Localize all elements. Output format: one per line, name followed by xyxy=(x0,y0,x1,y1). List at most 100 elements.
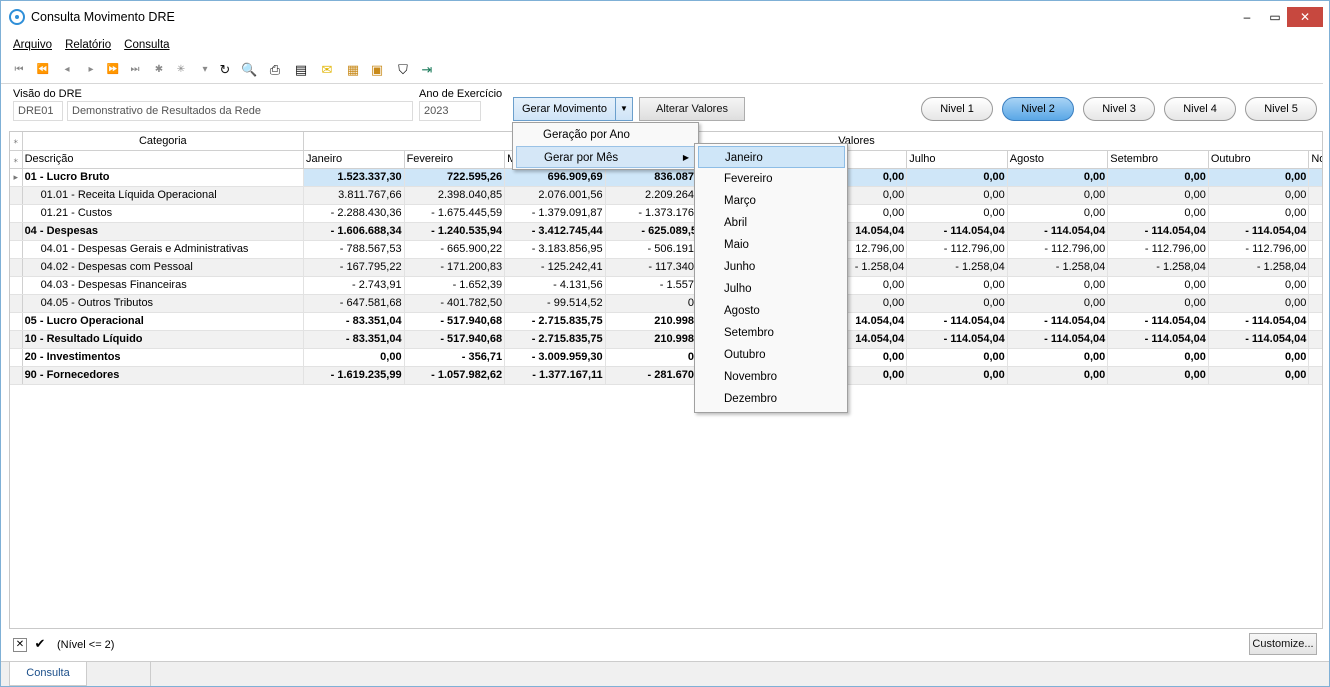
cell-value[interactable]: - 517.940,68 xyxy=(404,312,506,331)
cell-value[interactable]: 0,00 xyxy=(1107,294,1209,313)
cell-value[interactable]: 0,00 xyxy=(303,348,405,367)
filter-icon[interactable]: ⛉ xyxy=(395,61,411,79)
cell-value[interactable]: - 114.054,04 xyxy=(1007,312,1109,331)
cell-value[interactable]: - 112.796,00 xyxy=(906,240,1008,259)
cell-descricao[interactable]: 04.02 - Despesas com Pessoal xyxy=(22,258,305,277)
cell-value[interactable]: - 1.258,04 xyxy=(1107,258,1209,277)
cell-value[interactable]: 0,00 xyxy=(1208,294,1310,313)
menu-item-mes[interactable]: Fevereiro xyxy=(698,168,845,190)
cell-value[interactable]: 0,00 xyxy=(1107,366,1209,385)
table-row[interactable]: 04.02 - Despesas com Pessoal - 167.795,22… xyxy=(10,258,1322,277)
cell-value[interactable]: - 1.057.982,62 xyxy=(404,366,506,385)
cell-value[interactable]: 0,00 xyxy=(1107,168,1209,187)
cell-value[interactable]: - 114.054,04 xyxy=(1107,222,1209,241)
menu-item-mes[interactable]: Novembro xyxy=(698,366,845,388)
cell-value[interactable]: - 665.900,22 xyxy=(404,240,506,259)
cell-value[interactable]: - 83.351,04 xyxy=(303,330,405,349)
cell-value[interactable]: - 167.795,22 xyxy=(303,258,405,277)
report-icon[interactable]: ▣ xyxy=(369,61,385,79)
cell-descricao[interactable]: 01 - Lucro Bruto xyxy=(22,168,305,187)
cell-value[interactable]: - 1.557,7 xyxy=(605,276,707,295)
visao-code-field[interactable]: DRE01 xyxy=(13,101,63,121)
cell-value[interactable]: 1.523.337,30 xyxy=(303,168,405,187)
cell-value[interactable]: - 1.240.535,94 xyxy=(404,222,506,241)
menu-item-mes[interactable]: Setembro xyxy=(698,322,845,344)
cell-value[interactable]: 0,00 xyxy=(1208,186,1310,205)
last-record-icon[interactable]: ⏭ xyxy=(127,61,143,79)
cell-descricao[interactable]: 04 - Despesas xyxy=(22,222,305,241)
cell-value[interactable]: - 1.258,04 xyxy=(1007,258,1109,277)
cell-value[interactable]: - 401.782,50 xyxy=(404,294,506,313)
filter-enabled-checkbox[interactable]: ✔ xyxy=(33,637,47,652)
cell-value[interactable]: 0,00 xyxy=(1208,204,1310,223)
menu-item-mes[interactable]: Março xyxy=(698,190,845,212)
ano-field[interactable]: 2023 xyxy=(419,101,481,121)
menu-consulta[interactable]: Consulta xyxy=(124,39,169,51)
cell-value[interactable] xyxy=(1308,276,1322,295)
cell-value[interactable]: - 171.200,83 xyxy=(404,258,506,277)
cell-value[interactable] xyxy=(1308,168,1322,187)
cell-descricao[interactable]: 01.21 - Custos xyxy=(22,204,305,223)
cell-value[interactable]: - 1.379.091,87 xyxy=(504,204,606,223)
cell-value[interactable] xyxy=(1308,330,1322,349)
cell-value[interactable]: 0,00 xyxy=(1007,168,1109,187)
menu-item-geracao-por-ano[interactable]: Geração por Ano xyxy=(516,124,696,146)
preview-icon[interactable]: 🔍 xyxy=(241,61,257,79)
menu-item-mes[interactable]: Junho xyxy=(698,256,845,278)
cell-value[interactable]: 0,00 xyxy=(1107,186,1209,205)
column-header-month[interactable]: Nov xyxy=(1308,150,1322,169)
cell-value[interactable]: - 356,71 xyxy=(404,348,506,367)
clear-filter-icon[interactable]: ✕ xyxy=(13,638,27,652)
menu-arquivo[interactable]: Arquivo xyxy=(13,39,52,51)
cell-value[interactable]: 0,00 xyxy=(1007,366,1109,385)
cell-value[interactable]: 2.209.264,4 xyxy=(605,186,707,205)
cell-value[interactable]: - 281.670,2 xyxy=(605,366,707,385)
cell-descricao[interactable]: 01.01 - Receita Líquida Operacional xyxy=(22,186,305,205)
column-header-month[interactable]: Outubro xyxy=(1208,150,1310,169)
cell-value[interactable]: 210.998,1 xyxy=(605,312,707,331)
cell-value[interactable]: 2.076.001,56 xyxy=(504,186,606,205)
cell-value[interactable]: 0,00 xyxy=(906,276,1008,295)
cell-value[interactable]: - 2.288.430,36 xyxy=(303,204,405,223)
export-icon[interactable]: ▤ xyxy=(293,61,309,79)
cell-value[interactable]: - 112.796,00 xyxy=(1208,240,1310,259)
cell-value[interactable]: - 1.606.688,34 xyxy=(303,222,405,241)
nivel-3-button[interactable]: Nivel 3 xyxy=(1083,97,1155,121)
insert-icon[interactable]: ✱ xyxy=(151,61,167,79)
column-header-month[interactable]: Fevereiro xyxy=(404,150,506,169)
menu-item-mes[interactable]: Janeiro xyxy=(698,146,845,168)
cell-value[interactable]: - 2.715.835,75 xyxy=(504,330,606,349)
cell-value[interactable]: - 1.675.445,59 xyxy=(404,204,506,223)
cell-value[interactable]: 0,00 xyxy=(1107,276,1209,295)
delete-icon[interactable]: ✳ xyxy=(173,61,189,79)
cell-value[interactable]: - 3.183.856,95 xyxy=(504,240,606,259)
cell-value[interactable]: - 125.242,41 xyxy=(504,258,606,277)
cell-value[interactable]: - 114.054,04 xyxy=(1208,312,1310,331)
cell-value[interactable]: 0,00 xyxy=(906,204,1008,223)
data-grid[interactable]: ⁎ Categoria Valores ⁎ Descrição Janeiro F… xyxy=(9,131,1323,629)
menu-item-mes[interactable]: Outubro xyxy=(698,344,845,366)
cell-value[interactable]: - 112.796,00 xyxy=(1107,240,1209,259)
cell-value[interactable]: - 114.054,04 xyxy=(1007,222,1109,241)
cell-value[interactable]: - 114.054,04 xyxy=(906,222,1008,241)
next-page-icon[interactable]: ⏩ xyxy=(105,61,121,79)
menu-item-mes[interactable]: Maio xyxy=(698,234,845,256)
cell-descricao[interactable]: 04.01 - Despesas Gerais e Administrativa… xyxy=(22,240,305,259)
menu-item-mes[interactable]: Julho xyxy=(698,278,845,300)
cell-value[interactable]: 0,00 xyxy=(906,366,1008,385)
cell-value[interactable]: - 506.191,2 xyxy=(605,240,707,259)
table-row[interactable]: 04.05 - Outros Tributos - 647.581,68- 401… xyxy=(10,294,1322,313)
cell-value[interactable]: - 114.054,04 xyxy=(1208,330,1310,349)
cell-descricao[interactable]: 04.03 - Despesas Financeiras xyxy=(22,276,305,295)
cell-value[interactable]: - 83.351,04 xyxy=(303,312,405,331)
cell-value[interactable]: - 2.715.835,75 xyxy=(504,312,606,331)
cell-value[interactable]: - 114.054,04 xyxy=(1107,330,1209,349)
next-record-icon[interactable]: ▸ xyxy=(83,61,99,79)
cell-value[interactable]: - 114.054,04 xyxy=(1208,222,1310,241)
first-record-icon[interactable]: ⏮ xyxy=(11,61,27,79)
cell-descricao[interactable]: 04.05 - Outros Tributos xyxy=(22,294,305,313)
cell-value[interactable]: - 1.652,39 xyxy=(404,276,506,295)
alterar-valores-button[interactable]: Alterar Valores xyxy=(639,97,745,121)
cell-value[interactable]: 836.087,4 xyxy=(605,168,707,187)
cell-value[interactable]: 0,00 xyxy=(1107,348,1209,367)
